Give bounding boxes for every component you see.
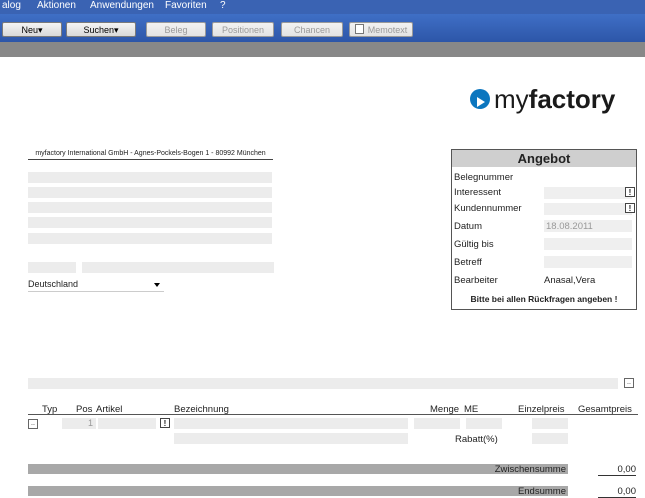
new-button[interactable]: Neu▾ — [2, 22, 62, 37]
artikel-field[interactable] — [98, 418, 156, 429]
offer-info-box: Angebot Belegnummer Interessent ! Kunden… — [451, 149, 637, 310]
positionen-button[interactable]: Positionen — [212, 22, 274, 37]
betreff-field[interactable] — [544, 256, 632, 268]
label-gueltig-bis: Gültig bis — [454, 239, 494, 250]
label-betreff: Betreff — [454, 257, 482, 268]
kundennummer-lookup-icon[interactable]: ! — [625, 203, 635, 213]
toolbar-separator-band — [0, 42, 645, 57]
endsumme-bar — [28, 486, 568, 496]
einzelpreis-field[interactable] — [532, 418, 568, 429]
interessent-lookup-icon[interactable]: ! — [625, 187, 635, 197]
label-datum: Datum — [454, 221, 482, 232]
rabatt-label: Rabatt(%) — [455, 434, 498, 445]
address-line-1[interactable] — [28, 172, 272, 183]
beleg-button[interactable]: Beleg — [146, 22, 206, 37]
pos-number: 1 — [88, 418, 94, 428]
menu-item-anwendungen[interactable]: Anwendungen — [90, 0, 154, 11]
endsumme-value: 0,00 — [598, 486, 636, 498]
datum-value: 18.08.2011 — [546, 221, 593, 232]
memotext-button[interactable]: Memotext — [349, 22, 413, 37]
menge-field[interactable] — [414, 418, 460, 429]
toolbar: Neu▾ Suchen▾ Beleg Positionen Chancen Me… — [0, 14, 645, 42]
country-value: Deutschland — [28, 279, 79, 289]
more-options-button[interactable]: .. — [624, 378, 634, 388]
bearbeiter-value: Anasal,Vera — [544, 275, 596, 286]
label-belegnummer: Belegnummer — [454, 172, 514, 183]
table-header-divider — [28, 414, 638, 415]
label-interessent: Interessent — [454, 187, 501, 198]
gueltig-bis-field[interactable] — [544, 238, 632, 250]
position-type-button[interactable]: .. — [28, 419, 38, 429]
address-line-3[interactable] — [28, 202, 272, 213]
reference-hint: Bitte bei allen Rückfragen angeben ! — [470, 294, 618, 304]
address-line-5[interactable] — [28, 233, 272, 244]
postal-code-field[interactable] — [28, 262, 76, 273]
clipboard-icon — [354, 24, 364, 34]
chancen-button[interactable]: Chancen — [281, 22, 343, 37]
city-field[interactable] — [82, 262, 274, 273]
label-bearbeiter: Bearbeiter — [454, 275, 498, 286]
label-kundennummer: Kundennummer — [454, 203, 522, 214]
menu-item-aktionen[interactable]: Aktionen — [37, 0, 76, 11]
menu-item-dialog[interactable]: alog — [2, 0, 21, 11]
description-bar[interactable] — [28, 378, 618, 389]
artikel-lookup-icon[interactable]: ! — [160, 418, 170, 428]
memotext-label: Memotext — [367, 25, 408, 35]
endsumme-label: Endsumme — [517, 486, 566, 497]
search-button[interactable]: Suchen▾ — [66, 22, 136, 37]
chevron-down-icon — [154, 283, 160, 287]
menu-bar: alog Aktionen Anwendungen Favoriten ? — [0, 0, 645, 14]
menu-item-favoriten[interactable]: Favoriten — [165, 0, 207, 11]
logo-text: myfactory — [494, 84, 616, 114]
kundennummer-field[interactable] — [544, 203, 632, 215]
address-line-4[interactable] — [28, 217, 272, 228]
bezeichnung-field[interactable] — [174, 418, 408, 429]
rabatt-field[interactable] — [532, 433, 568, 444]
play-circle-icon — [470, 89, 490, 109]
address-line-2[interactable] — [28, 187, 272, 198]
bezeichnung-field-2[interactable] — [174, 433, 408, 444]
zwischensumme-label: Zwischensumme — [494, 464, 566, 475]
menu-item-help[interactable]: ? — [220, 0, 226, 11]
me-field[interactable] — [466, 418, 502, 429]
sender-address-line: myfactory International GmbH - Agnes-Poc… — [28, 150, 273, 160]
country-select[interactable]: Deutschland — [28, 278, 164, 292]
interessent-field[interactable] — [544, 187, 632, 199]
zwischensumme-value: 0,00 — [598, 464, 636, 476]
offer-title: Angebot — [452, 150, 636, 167]
